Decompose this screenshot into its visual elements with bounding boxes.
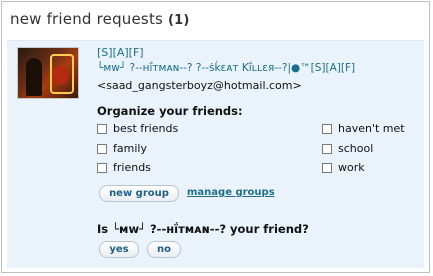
group-option-family[interactable]: family [97,142,147,155]
section-header: new friend requests (1) [10,10,190,28]
group-option-best-friends[interactable]: best friends [97,122,178,135]
checkbox[interactable] [322,123,332,134]
group-label: friends [113,161,151,174]
organize-title: Organize your friends: [97,104,243,118]
checkbox[interactable] [322,143,332,154]
group-label: work [338,161,365,174]
group-option-school[interactable]: school [322,142,373,155]
confirm-question: Is └ᴍᴡ┘ ?--ʜḯᴛᴍᴀɴ--? your friend? [97,222,309,236]
checkbox[interactable] [97,162,107,173]
section-title: new friend requests [10,10,164,28]
no-button[interactable]: no [147,241,181,258]
group-label: best friends [113,122,179,135]
group-option-work[interactable]: work [322,161,365,174]
checkbox[interactable] [322,162,332,173]
manage-groups-link[interactable]: manage groups [187,187,275,198]
checkbox[interactable] [97,123,107,134]
checkbox[interactable] [97,143,107,154]
avatar-figure [26,58,42,96]
avatar[interactable] [17,47,79,99]
avatar-sign [50,54,74,94]
requester-name-line2[interactable]: └ᴍᴡ┘ ?--ʜḯᴛᴍᴀɴ--? ?--ṡḱεᴀт Kḯʟʟεя--?|●™[… [97,62,355,74]
request-panel: [S][A][F] └ᴍᴡ┘ ?--ʜḯᴛᴍᴀɴ--? ?--ṡḱεᴀт Kḯʟ… [7,40,424,268]
request-count: (1) [168,13,190,28]
group-label: school [338,142,374,155]
requester-name-line1[interactable]: [S][A][F] [97,46,144,59]
requester-email: <saad_gangsterboyz@hotmail.com> [97,79,302,92]
new-group-button[interactable]: new group [99,185,179,202]
group-label: family [113,142,147,155]
group-option-havent-met[interactable]: haven't met [322,122,405,135]
yes-button[interactable]: yes [99,241,139,258]
group-option-friends[interactable]: friends [97,161,151,174]
group-label: haven't met [338,122,405,135]
